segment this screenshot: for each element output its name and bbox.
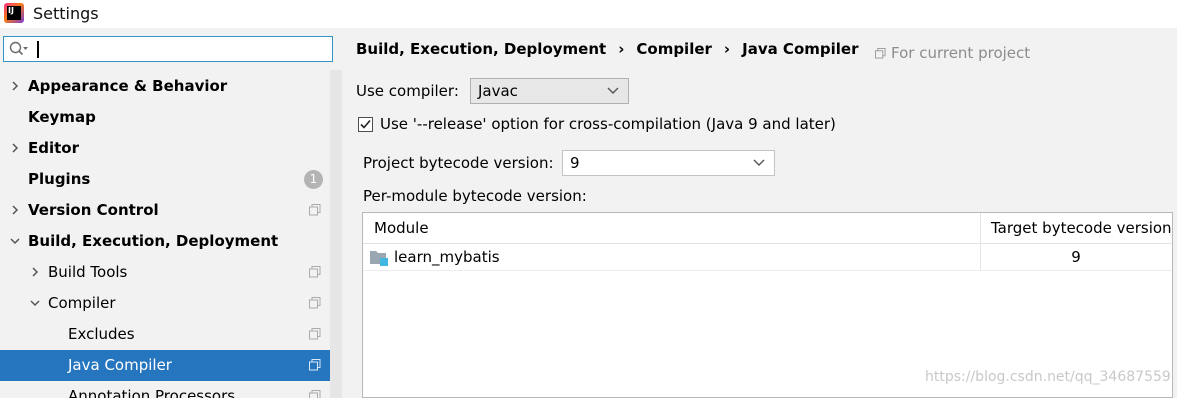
settings-tree: Appearance & Behavior Keymap Editor Plug… xyxy=(0,68,330,398)
breadcrumb-item: Build, Execution, Deployment xyxy=(356,40,607,58)
logo-text: IJ xyxy=(7,6,21,20)
tree-item-version-control[interactable]: Version Control xyxy=(0,195,330,226)
module-name-cell: learn_mybatis xyxy=(394,248,500,266)
tree-item-appearance-behavior[interactable]: Appearance & Behavior xyxy=(0,71,330,102)
intellij-logo-icon: IJ xyxy=(4,3,24,23)
tree-item-annotation-processors[interactable]: Annotation Processors xyxy=(0,381,330,398)
chevron-down-icon[interactable] xyxy=(10,236,20,246)
tree-item-label: Build, Execution, Deployment xyxy=(28,232,279,250)
breadcrumb-separator: › xyxy=(723,40,731,58)
text-caret xyxy=(37,41,39,58)
tree-item-label: Compiler xyxy=(48,294,116,312)
use-compiler-select[interactable]: Javac xyxy=(470,78,629,104)
for-current-project-hint: For current project xyxy=(875,44,1030,62)
tree-item-label: Build Tools xyxy=(48,263,128,281)
project-bytecode-select[interactable]: 9 xyxy=(562,150,775,176)
watermark-text: https://blog.csdn.net/qq_34687559 xyxy=(925,369,1171,385)
tree-item-label: Keymap xyxy=(28,108,96,126)
tree-item-label: Java Compiler xyxy=(68,356,172,374)
project-settings-icon xyxy=(309,297,321,309)
project-settings-icon xyxy=(309,328,321,340)
settings-content: Build, Execution, Deployment › Compiler › Ja… xyxy=(342,28,1177,398)
title-bar: IJ Settings xyxy=(0,0,1177,28)
project-settings-icon xyxy=(309,390,321,398)
module-folder-icon xyxy=(370,251,388,266)
for-current-project-text: For current project xyxy=(891,44,1031,62)
chevron-down-icon xyxy=(753,159,765,166)
project-settings-icon xyxy=(309,204,321,216)
tree-item-label: Excludes xyxy=(68,325,135,343)
per-module-label: Per-module bytecode version: xyxy=(363,187,587,205)
tree-item-keymap[interactable]: Keymap xyxy=(0,102,330,133)
table-row[interactable]: learn_mybatis 9 xyxy=(363,244,1172,271)
checkmark-icon xyxy=(360,119,371,129)
column-header-target-version[interactable]: Target bytecode version xyxy=(991,213,1172,243)
project-bytecode-value: 9 xyxy=(570,154,580,172)
chevron-down-icon xyxy=(607,87,619,94)
chevron-right-icon[interactable] xyxy=(10,205,20,215)
search-input[interactable] xyxy=(3,36,333,62)
target-version-cell[interactable]: 9 xyxy=(980,244,1172,270)
release-option-checkbox[interactable] xyxy=(358,117,373,132)
chevron-down-icon[interactable] xyxy=(30,298,40,308)
breadcrumb-separator: › xyxy=(618,40,625,58)
chevron-right-icon[interactable] xyxy=(10,81,20,91)
column-header-module[interactable]: Module xyxy=(374,213,429,243)
tree-item-java-compiler[interactable]: Java Compiler xyxy=(0,350,330,381)
breadcrumb-item: Java Compiler xyxy=(742,40,859,58)
release-option-label[interactable]: Use '--release' option for cross-compila… xyxy=(380,115,836,133)
project-settings-icon xyxy=(309,266,321,278)
tree-item-compiler[interactable]: Compiler xyxy=(0,288,330,319)
chevron-right-icon[interactable] xyxy=(10,143,20,153)
window-title: Settings xyxy=(33,4,99,23)
tree-item-label: Editor xyxy=(28,139,79,157)
update-count-badge: 1 xyxy=(304,170,323,189)
sidebar-scrollbar[interactable] xyxy=(330,70,342,398)
tree-item-build-tools[interactable]: Build Tools xyxy=(0,257,330,288)
breadcrumb: Build, Execution, Deployment › Compiler › Ja… xyxy=(356,40,858,58)
project-settings-icon xyxy=(875,48,886,59)
search-icon[interactable] xyxy=(9,41,29,57)
tree-item-label: Version Control xyxy=(28,201,159,219)
tree-item-excludes[interactable]: Excludes xyxy=(0,319,330,350)
use-compiler-label: Use compiler: xyxy=(356,82,459,100)
tree-item-plugins[interactable]: Plugins 1 xyxy=(0,164,330,195)
chevron-right-icon[interactable] xyxy=(30,267,40,277)
breadcrumb-item: Compiler xyxy=(636,40,712,58)
project-bytecode-label: Project bytecode version: xyxy=(363,154,554,172)
project-settings-icon xyxy=(309,359,321,371)
tree-item-build-execution-deployment[interactable]: Build, Execution, Deployment xyxy=(0,226,330,257)
tree-item-label: Plugins xyxy=(28,170,91,188)
tree-item-label: Appearance & Behavior xyxy=(28,77,228,95)
settings-sidebar: Appearance & Behavior Keymap Editor Plug… xyxy=(0,28,342,398)
tree-item-label: Annotation Processors xyxy=(68,387,236,398)
tree-item-editor[interactable]: Editor xyxy=(0,133,330,164)
table-header: Module Target bytecode version xyxy=(363,213,1172,244)
use-compiler-value: Javac xyxy=(478,82,518,100)
